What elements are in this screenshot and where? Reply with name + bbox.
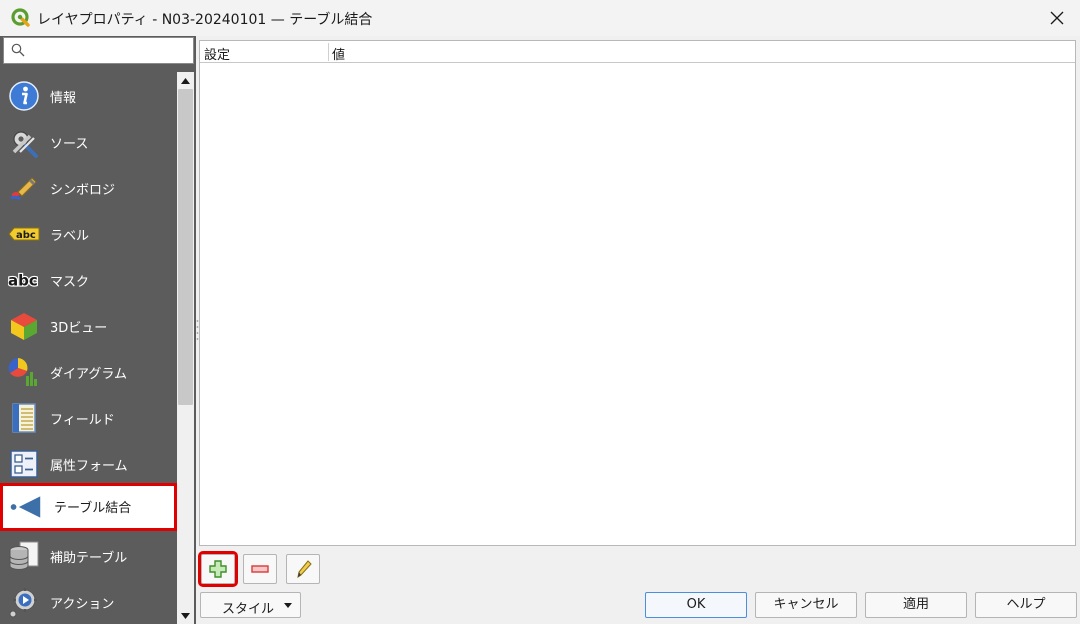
column-separator[interactable] bbox=[328, 43, 329, 61]
chevron-down-icon bbox=[181, 612, 190, 619]
sidebar-item-information[interactable]: 情報 bbox=[0, 73, 177, 119]
chevron-up-icon bbox=[181, 77, 190, 84]
window-title: レイヤプロパティ - N03-20240101 — テーブル結合 bbox=[37, 12, 373, 28]
attribute-form-icon bbox=[8, 448, 40, 480]
chevron-down-icon bbox=[284, 603, 292, 608]
edit-join-button[interactable] bbox=[286, 554, 320, 584]
joins-table[interactable]: 設定 値 bbox=[199, 40, 1076, 546]
minus-icon bbox=[251, 565, 269, 573]
column-header-value[interactable]: 値 bbox=[332, 44, 345, 63]
scroll-down-button[interactable] bbox=[177, 607, 194, 624]
sidebar-item-label: ダイアグラム bbox=[50, 367, 127, 382]
sidebar-item-label: 補助テーブル bbox=[50, 551, 128, 566]
apply-button[interactable]: 適用 bbox=[865, 592, 967, 618]
search-icon bbox=[11, 43, 25, 57]
sidebar-item-symbology[interactable]: シンボロジ bbox=[0, 165, 177, 211]
sidebar-item-mask[interactable]: abc abc マスク bbox=[0, 257, 177, 303]
auxiliary-storage-icon bbox=[8, 540, 40, 572]
sidebar-nav: 情報 ソース シンボロジ abc ラベル abc abc マスク 3Dビュー ダ… bbox=[0, 64, 177, 624]
sidebar-item-source[interactable]: ソース bbox=[0, 119, 177, 165]
sidebar-item-label: 情報 bbox=[50, 91, 77, 106]
mask-abc-icon: abc abc bbox=[8, 264, 40, 296]
sidebar-item-labels[interactable]: abc ラベル bbox=[0, 211, 177, 257]
tools-icon bbox=[8, 126, 40, 158]
table-header: 設定 値 bbox=[200, 41, 1075, 63]
3d-cube-icon bbox=[8, 310, 40, 342]
sidebar-item-label: アクション bbox=[50, 597, 115, 612]
close-icon bbox=[1050, 11, 1064, 25]
add-join-button[interactable] bbox=[198, 551, 238, 587]
help-button[interactable]: ヘルプ bbox=[975, 592, 1077, 618]
info-icon bbox=[8, 80, 40, 112]
sidebar-item-label: ラベル bbox=[50, 229, 90, 244]
title-bar: レイヤプロパティ - N03-20240101 — テーブル結合 bbox=[0, 0, 1080, 36]
diagram-icon bbox=[8, 356, 40, 388]
sidebar-item-actions[interactable]: アクション bbox=[0, 579, 177, 624]
sidebar-item-joins[interactable]: テーブル結合 bbox=[0, 483, 177, 531]
sidebar-item-label: テーブル結合 bbox=[54, 501, 132, 516]
search-input[interactable] bbox=[30, 40, 190, 61]
style-dropdown-label: スタイル bbox=[222, 602, 275, 617]
sidebar-scrollbar[interactable] bbox=[177, 72, 194, 624]
pencil-icon bbox=[297, 560, 312, 579]
fields-icon bbox=[8, 402, 40, 434]
sidebar-item-auxiliary-storage[interactable]: 補助テーブル bbox=[0, 533, 177, 579]
cancel-button[interactable]: キャンセル bbox=[755, 592, 857, 618]
column-header-setting[interactable]: 設定 bbox=[204, 44, 230, 63]
scroll-thumb[interactable] bbox=[178, 89, 193, 405]
qgis-logo-icon bbox=[11, 8, 31, 28]
svg-text:abc: abc bbox=[16, 230, 36, 241]
action-gear-icon bbox=[8, 586, 40, 618]
sidebar-item-attributes-form[interactable]: 属性フォーム bbox=[0, 441, 177, 487]
sidebar-item-label: ソース bbox=[50, 137, 89, 152]
sidebar-item-label: マスク bbox=[50, 275, 90, 290]
sidebar: 情報 ソース シンボロジ abc ラベル abc abc マスク 3Dビュー ダ… bbox=[0, 36, 196, 624]
close-button[interactable] bbox=[1042, 4, 1072, 32]
ok-button[interactable]: OK bbox=[645, 592, 747, 618]
sidebar-item-label: フィールド bbox=[50, 413, 115, 428]
style-dropdown[interactable]: スタイル bbox=[200, 592, 301, 618]
sidebar-item-label: 属性フォーム bbox=[50, 459, 128, 474]
svg-text:abc: abc bbox=[8, 272, 38, 290]
sidebar-item-label: 3Dビュー bbox=[50, 321, 108, 336]
scroll-up-button[interactable] bbox=[177, 72, 194, 89]
paintbrush-icon bbox=[8, 172, 40, 204]
sidebar-item-fields[interactable]: フィールド bbox=[0, 395, 177, 441]
remove-join-button[interactable] bbox=[243, 554, 277, 584]
sidebar-item-label: シンボロジ bbox=[50, 183, 116, 198]
sidebar-item-diagrams[interactable]: ダイアグラム bbox=[0, 349, 177, 395]
join-icon bbox=[10, 491, 42, 523]
plus-icon bbox=[209, 560, 227, 578]
label-abc-icon: abc bbox=[8, 218, 40, 250]
sidebar-item-3d-view[interactable]: 3Dビュー bbox=[0, 303, 177, 349]
search-field[interactable] bbox=[3, 37, 194, 64]
